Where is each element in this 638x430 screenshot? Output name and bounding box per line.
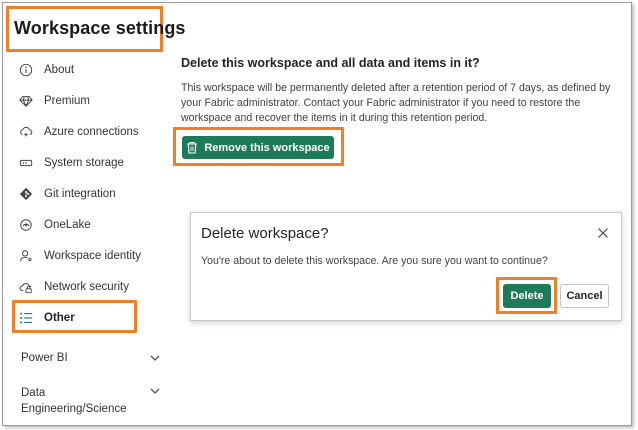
sidebar-item-label: OneLake bbox=[44, 219, 91, 231]
storage-icon bbox=[18, 155, 34, 171]
sidebar-item-git-integration[interactable]: Git integration bbox=[18, 182, 116, 206]
remove-workspace-label: Remove this workspace bbox=[204, 141, 330, 154]
group-label: Power BI bbox=[21, 352, 68, 364]
cancel-button[interactable]: Cancel bbox=[560, 284, 609, 308]
cloud-link-icon bbox=[18, 124, 34, 140]
sidebar-item-premium[interactable]: Premium bbox=[18, 89, 90, 113]
info-icon bbox=[18, 62, 34, 78]
sidebar-item-label: About bbox=[44, 64, 75, 76]
delete-workspace-dialog: Delete workspace? You're about to delete… bbox=[190, 212, 622, 321]
section-heading: Delete this workspace and all data and i… bbox=[181, 56, 480, 70]
diamond-icon bbox=[18, 93, 34, 109]
onelake-icon bbox=[18, 217, 34, 233]
sidebar-item-label: Other bbox=[44, 312, 75, 324]
sidebar-group-power-bi[interactable]: Power BI bbox=[21, 352, 161, 364]
sidebar-item-about[interactable]: About bbox=[18, 58, 74, 82]
identity-icon bbox=[18, 248, 34, 264]
sidebar-item-label: Git integration bbox=[44, 188, 116, 200]
sidebar-item-network-security[interactable]: Network security bbox=[18, 275, 129, 299]
close-icon[interactable] bbox=[597, 227, 609, 239]
section-description: This workspace will be permanently delet… bbox=[181, 82, 611, 124]
dialog-title: Delete workspace? bbox=[201, 225, 329, 242]
sidebar-item-label: Network security bbox=[44, 281, 129, 293]
remove-workspace-button[interactable]: Remove this workspace bbox=[182, 136, 334, 159]
sidebar-item-workspace-identity[interactable]: Workspace identity bbox=[18, 244, 141, 268]
sidebar-item-other[interactable]: Other bbox=[18, 306, 75, 330]
page-title: Workspace settings bbox=[14, 18, 186, 38]
chevron-down-icon bbox=[150, 355, 160, 361]
sidebar-item-label: Premium bbox=[44, 95, 91, 107]
sidebar-item-label: Workspace identity bbox=[44, 250, 141, 262]
sidebar-item-system-storage[interactable]: System storage bbox=[18, 151, 124, 175]
sidebar-item-label: System storage bbox=[44, 157, 124, 169]
sidebar-group-data-engineering[interactable]: Data Engineering/Science bbox=[21, 385, 161, 417]
cloud-lock-icon bbox=[18, 279, 34, 295]
sidebar-item-label: Azure connections bbox=[44, 126, 139, 138]
group-label: Data Engineering/Science bbox=[21, 387, 127, 415]
trash-icon bbox=[186, 141, 198, 154]
sidebar-item-azure-connections[interactable]: Azure connections bbox=[18, 120, 139, 144]
delete-button[interactable]: Delete bbox=[503, 284, 551, 308]
chevron-down-icon bbox=[150, 388, 160, 394]
git-icon bbox=[18, 186, 34, 202]
list-icon bbox=[18, 310, 34, 326]
sidebar-item-onelake[interactable]: OneLake bbox=[18, 213, 91, 237]
dialog-message: You're about to delete this workspace. A… bbox=[201, 255, 548, 267]
